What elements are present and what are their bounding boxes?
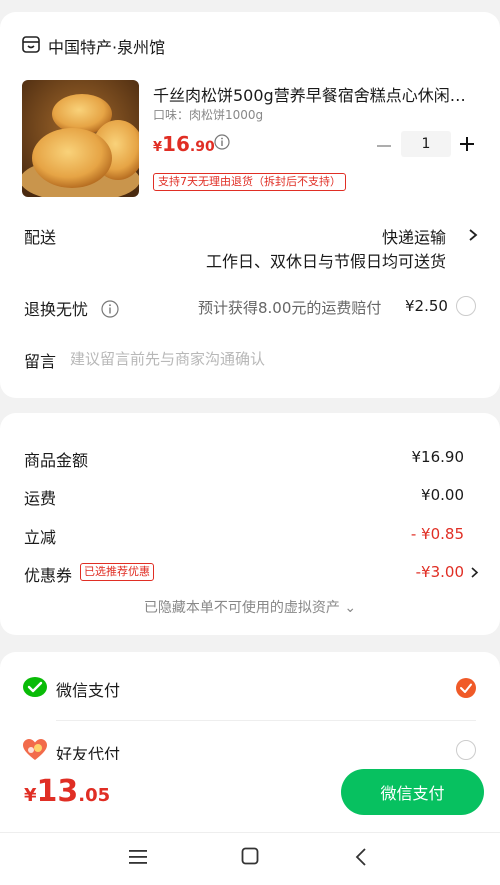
product-title[interactable]: 千丝肉松饼500g营养早餐宿舍糕点心休闲零食	[153, 82, 468, 106]
shipping-label: 运费	[24, 489, 57, 508]
product-price: ¥ 16 .90	[153, 132, 215, 156]
delivery-label: 配送	[24, 228, 57, 247]
friend-pay-radio[interactable]	[456, 740, 476, 760]
goods-amount-value: ¥16.90	[411, 448, 465, 466]
chevron-right-icon[interactable]	[468, 228, 478, 242]
message-input[interactable]	[70, 347, 450, 371]
product-image[interactable]	[22, 80, 139, 197]
divider	[56, 720, 476, 721]
quantity-plus-button[interactable]	[457, 134, 477, 154]
store-icon	[22, 36, 40, 53]
pastry-photo-icon	[22, 80, 139, 197]
pay-button[interactable]: 微信支付	[341, 769, 484, 815]
price-currency: ¥	[153, 140, 163, 155]
quantity-minus-button[interactable]	[374, 136, 394, 156]
returns-insurance-radio[interactable]	[456, 296, 476, 316]
chevron-right-icon[interactable]	[470, 566, 479, 579]
total-currency: ¥	[24, 785, 37, 806]
system-nav-bar	[0, 832, 500, 885]
friend-pay-icon	[23, 739, 47, 760]
price-decimal: .90	[189, 139, 215, 155]
menu-icon[interactable]	[128, 848, 148, 866]
checked-icon[interactable]	[456, 678, 476, 698]
delivery-note: 工作日、双休日与节假日均可送货	[205, 252, 446, 271]
quantity-value[interactable]: 1	[401, 131, 451, 157]
coupon-tag: 已选推荐优惠	[80, 563, 154, 581]
wechat-pay-option[interactable]: 微信支付	[56, 677, 120, 701]
return-policy-tag: 支持7天无理由退货（拆封后不支持）	[153, 173, 346, 191]
price-summary-card: 商品金额 ¥16.90 运费 ¥0.00 立减 - ¥0.85 优惠券 已选推荐…	[0, 413, 500, 635]
coupon-value[interactable]: -¥3.00	[416, 563, 464, 581]
info-icon[interactable]	[101, 300, 119, 318]
store-name[interactable]: 中国特产·泉州馆	[48, 34, 165, 58]
price-integer: 16	[162, 132, 190, 156]
discount-value: - ¥0.85	[410, 525, 464, 543]
total-price: ¥ 13 .05	[24, 774, 110, 809]
returns-insurance-label: 退换无忧	[24, 300, 89, 319]
wechat-pay-icon	[23, 677, 47, 697]
shipping-value: ¥0.00	[421, 486, 464, 504]
returns-insurance-price: ¥2.50	[405, 297, 448, 315]
delivery-method[interactable]: 快递运输	[382, 224, 446, 248]
order-item-card: 中国特产·泉州馆 千丝肉松饼500g营养早餐宿舍糕点心休闲零食 口味：肉松饼10…	[0, 12, 500, 398]
coupon-label: 优惠券	[24, 566, 73, 585]
total-decimal: .05	[78, 785, 111, 806]
checkout-bar: ¥ 13 .05 微信支付	[0, 760, 500, 832]
goods-amount-label: 商品金额	[24, 451, 89, 470]
hidden-assets-toggle[interactable]: 已隐藏本单不可使用的虚拟资产 ⌄	[0, 597, 500, 617]
total-integer: 13	[36, 774, 79, 809]
returns-insurance-desc: 预计获得8.00元的运费赔付	[198, 299, 382, 317]
back-icon[interactable]	[354, 847, 368, 867]
product-flavor[interactable]: 口味：肉松饼1000g	[153, 106, 263, 123]
home-icon[interactable]	[241, 847, 259, 865]
discount-label: 立减	[24, 528, 57, 547]
info-icon[interactable]	[214, 134, 230, 150]
message-label: 留言	[24, 352, 57, 371]
